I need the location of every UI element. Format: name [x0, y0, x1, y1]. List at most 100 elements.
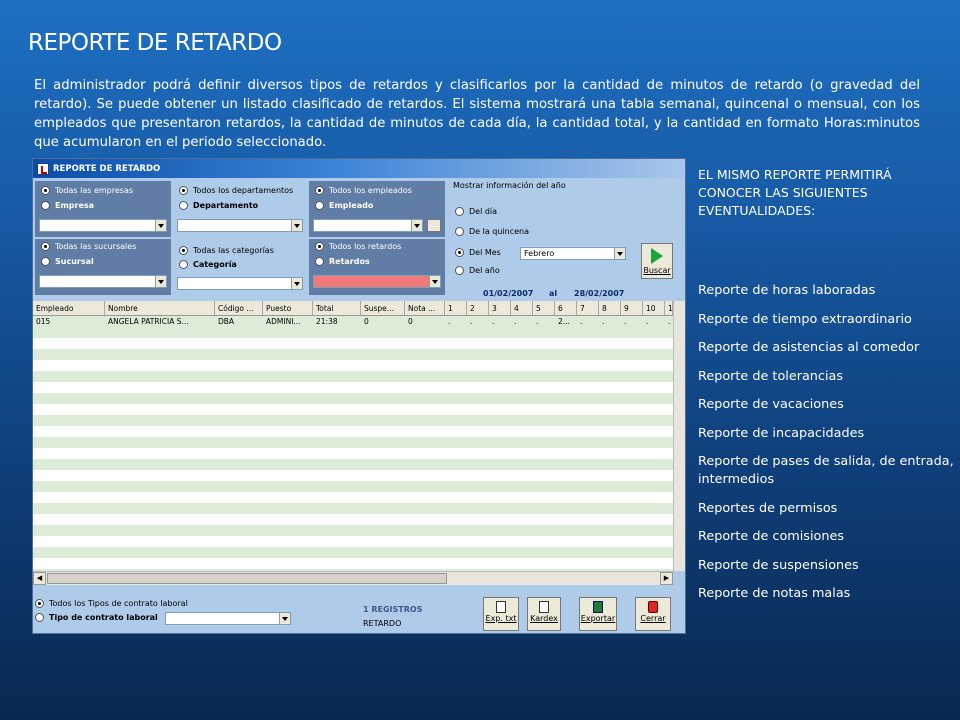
table-cell: 0: [408, 317, 413, 326]
radio-icon: [179, 260, 188, 269]
chevron-down-icon[interactable]: [429, 276, 440, 287]
retardos-combo[interactable]: [313, 275, 441, 288]
radio-retardos[interactable]: Retardos: [315, 257, 370, 266]
panel-retardos: Todos los retardos Retardos: [309, 239, 445, 295]
radio-icon: [35, 599, 44, 608]
panel-empresas: Todas las empresas Empresa: [35, 181, 171, 237]
play-icon: [651, 248, 663, 264]
side-list: Reporte de horas laboradas Reporte de tie…: [698, 282, 958, 614]
search-button[interactable]: Buscar: [641, 243, 673, 279]
sucursal-combo[interactable]: [39, 275, 167, 288]
radio-period-month[interactable]: Del Mes: [455, 248, 501, 257]
grid-column-header[interactable]: 5: [533, 301, 555, 315]
radio-empresa[interactable]: Empresa: [41, 201, 94, 210]
grid-column-header[interactable]: 10: [643, 301, 665, 315]
radio-icon: [455, 266, 464, 275]
radio-period-day[interactable]: Del día: [455, 207, 497, 216]
radio-icon: [455, 207, 464, 216]
radio-departamento[interactable]: Departamento: [179, 201, 258, 210]
radio-all-empleados[interactable]: Todos los empleados: [315, 186, 412, 195]
radio-icon: [315, 186, 324, 195]
scroll-right-button[interactable]: ▶: [660, 572, 673, 585]
departamento-combo[interactable]: [177, 219, 303, 232]
export-button[interactable]: Exportar: [579, 597, 617, 631]
table-cell: .: [514, 317, 517, 326]
intro-paragraph: El administrador podrá definir diversos …: [34, 78, 920, 150]
grid-body: 015 ANGELA PATRICIA S... DBA ADMINI... 21:38…: [33, 316, 673, 327]
report-name: RETARDO: [363, 619, 402, 628]
table-row[interactable]: 015 ANGELA PATRICIA S... DBA ADMINI... 21:38…: [33, 316, 673, 327]
scrollbar-thumb[interactable]: [47, 573, 447, 584]
radio-icon: [179, 186, 188, 195]
grid-column-header[interactable]: Puesto: [263, 301, 313, 315]
chevron-down-icon[interactable]: [155, 220, 166, 231]
app-icon: [37, 162, 49, 175]
radio-contract-type[interactable]: Tipo de contrato laboral: [35, 613, 158, 622]
chevron-down-icon[interactable]: [155, 276, 166, 287]
radio-categoria[interactable]: Categoría: [179, 260, 237, 269]
radio-all-sucursales[interactable]: Todas las sucursales: [41, 242, 136, 251]
grid-column-header[interactable]: Empleado: [33, 301, 105, 315]
grid-column-header[interactable]: 3: [489, 301, 511, 315]
scroll-left-button[interactable]: ◀: [33, 572, 46, 585]
vertical-scrollbar[interactable]: [673, 301, 685, 571]
radio-sucursal[interactable]: Sucursal: [41, 257, 94, 266]
table-cell: .: [492, 317, 495, 326]
radio-empleado[interactable]: Empleado: [315, 201, 373, 210]
categoria-combo[interactable]: [177, 277, 303, 290]
table-cell: .: [580, 317, 583, 326]
empresa-combo[interactable]: [39, 219, 167, 232]
contract-combo[interactable]: [165, 612, 291, 625]
panel-departamentos: Todos los departamentos Departamento: [173, 181, 307, 237]
radio-all-categorias[interactable]: Todas las categorías: [179, 246, 274, 255]
chevron-down-icon[interactable]: [411, 220, 422, 231]
radio-icon: [315, 257, 324, 266]
report-window: REPORTE DE RETARDO Todas las empresas Em…: [32, 158, 686, 634]
export-txt-button[interactable]: Exp. txt: [483, 597, 519, 631]
radio-contract-all[interactable]: Todos los Tipos de contrato laboral: [35, 599, 188, 608]
radio-icon: [315, 242, 324, 251]
radio-period-fortnight[interactable]: De la quincena: [455, 227, 529, 236]
empleado-combo[interactable]: [313, 219, 423, 232]
close-button[interactable]: Cerrar: [635, 597, 671, 631]
empleado-lookup-button[interactable]: ...: [427, 219, 441, 232]
radio-icon: [315, 201, 324, 210]
excel-icon: [593, 601, 603, 613]
chevron-down-icon[interactable]: [291, 278, 302, 289]
grid-column-header[interactable]: 2: [467, 301, 489, 315]
grid-column-header[interactable]: 7: [577, 301, 599, 315]
side-list-item: Reporte de notas malas: [698, 586, 851, 601]
radio-all-retardos[interactable]: Todos los retardos: [315, 242, 401, 251]
grid-column-header[interactable]: 1: [665, 301, 673, 315]
side-list-item: Reporte de comisiones: [698, 529, 845, 544]
date-from: 01/02/2007: [483, 289, 534, 298]
grid-column-header[interactable]: 4: [511, 301, 533, 315]
grid-column-header[interactable]: Código ...: [215, 301, 263, 315]
chevron-down-icon[interactable]: [291, 220, 302, 231]
grid-header: Empleado Nombre Código ... Puesto Total Suspe…: [33, 301, 673, 316]
chevron-down-icon[interactable]: [279, 613, 290, 624]
grid-column-header[interactable]: Nota ...: [405, 301, 445, 315]
grid-column-header[interactable]: Nombre: [105, 301, 215, 315]
kardex-button[interactable]: Kardex: [527, 597, 561, 631]
grid-column-header[interactable]: 8: [599, 301, 621, 315]
chevron-down-icon[interactable]: [614, 248, 625, 259]
side-heading: EL MISMO REPORTE PERMITIRÁ CONOCER LAS S…: [698, 167, 892, 218]
horizontal-scrollbar[interactable]: ◀ ▶: [33, 571, 673, 585]
grid-column-header[interactable]: 6: [555, 301, 577, 315]
grid-empty-stripes: [33, 327, 673, 571]
table-cell: .: [646, 317, 649, 326]
grid-column-header[interactable]: 9: [621, 301, 643, 315]
period-heading: Mostrar información del año: [453, 181, 566, 190]
grid-column-header[interactable]: 1: [445, 301, 467, 315]
document-icon: [539, 601, 549, 613]
grid-column-header[interactable]: Suspe...: [361, 301, 405, 315]
month-select[interactable]: Febrero: [520, 247, 626, 260]
radio-period-year[interactable]: Del año: [455, 266, 500, 275]
table-cell: .: [470, 317, 473, 326]
window-title: REPORTE DE RETARDO: [53, 163, 161, 174]
grid-column-header[interactable]: Total: [313, 301, 361, 315]
radio-all-departamentos[interactable]: Todos los departamentos: [179, 186, 293, 195]
radio-all-empresas[interactable]: Todas las empresas: [41, 186, 133, 195]
search-button-label: Buscar: [643, 266, 671, 275]
